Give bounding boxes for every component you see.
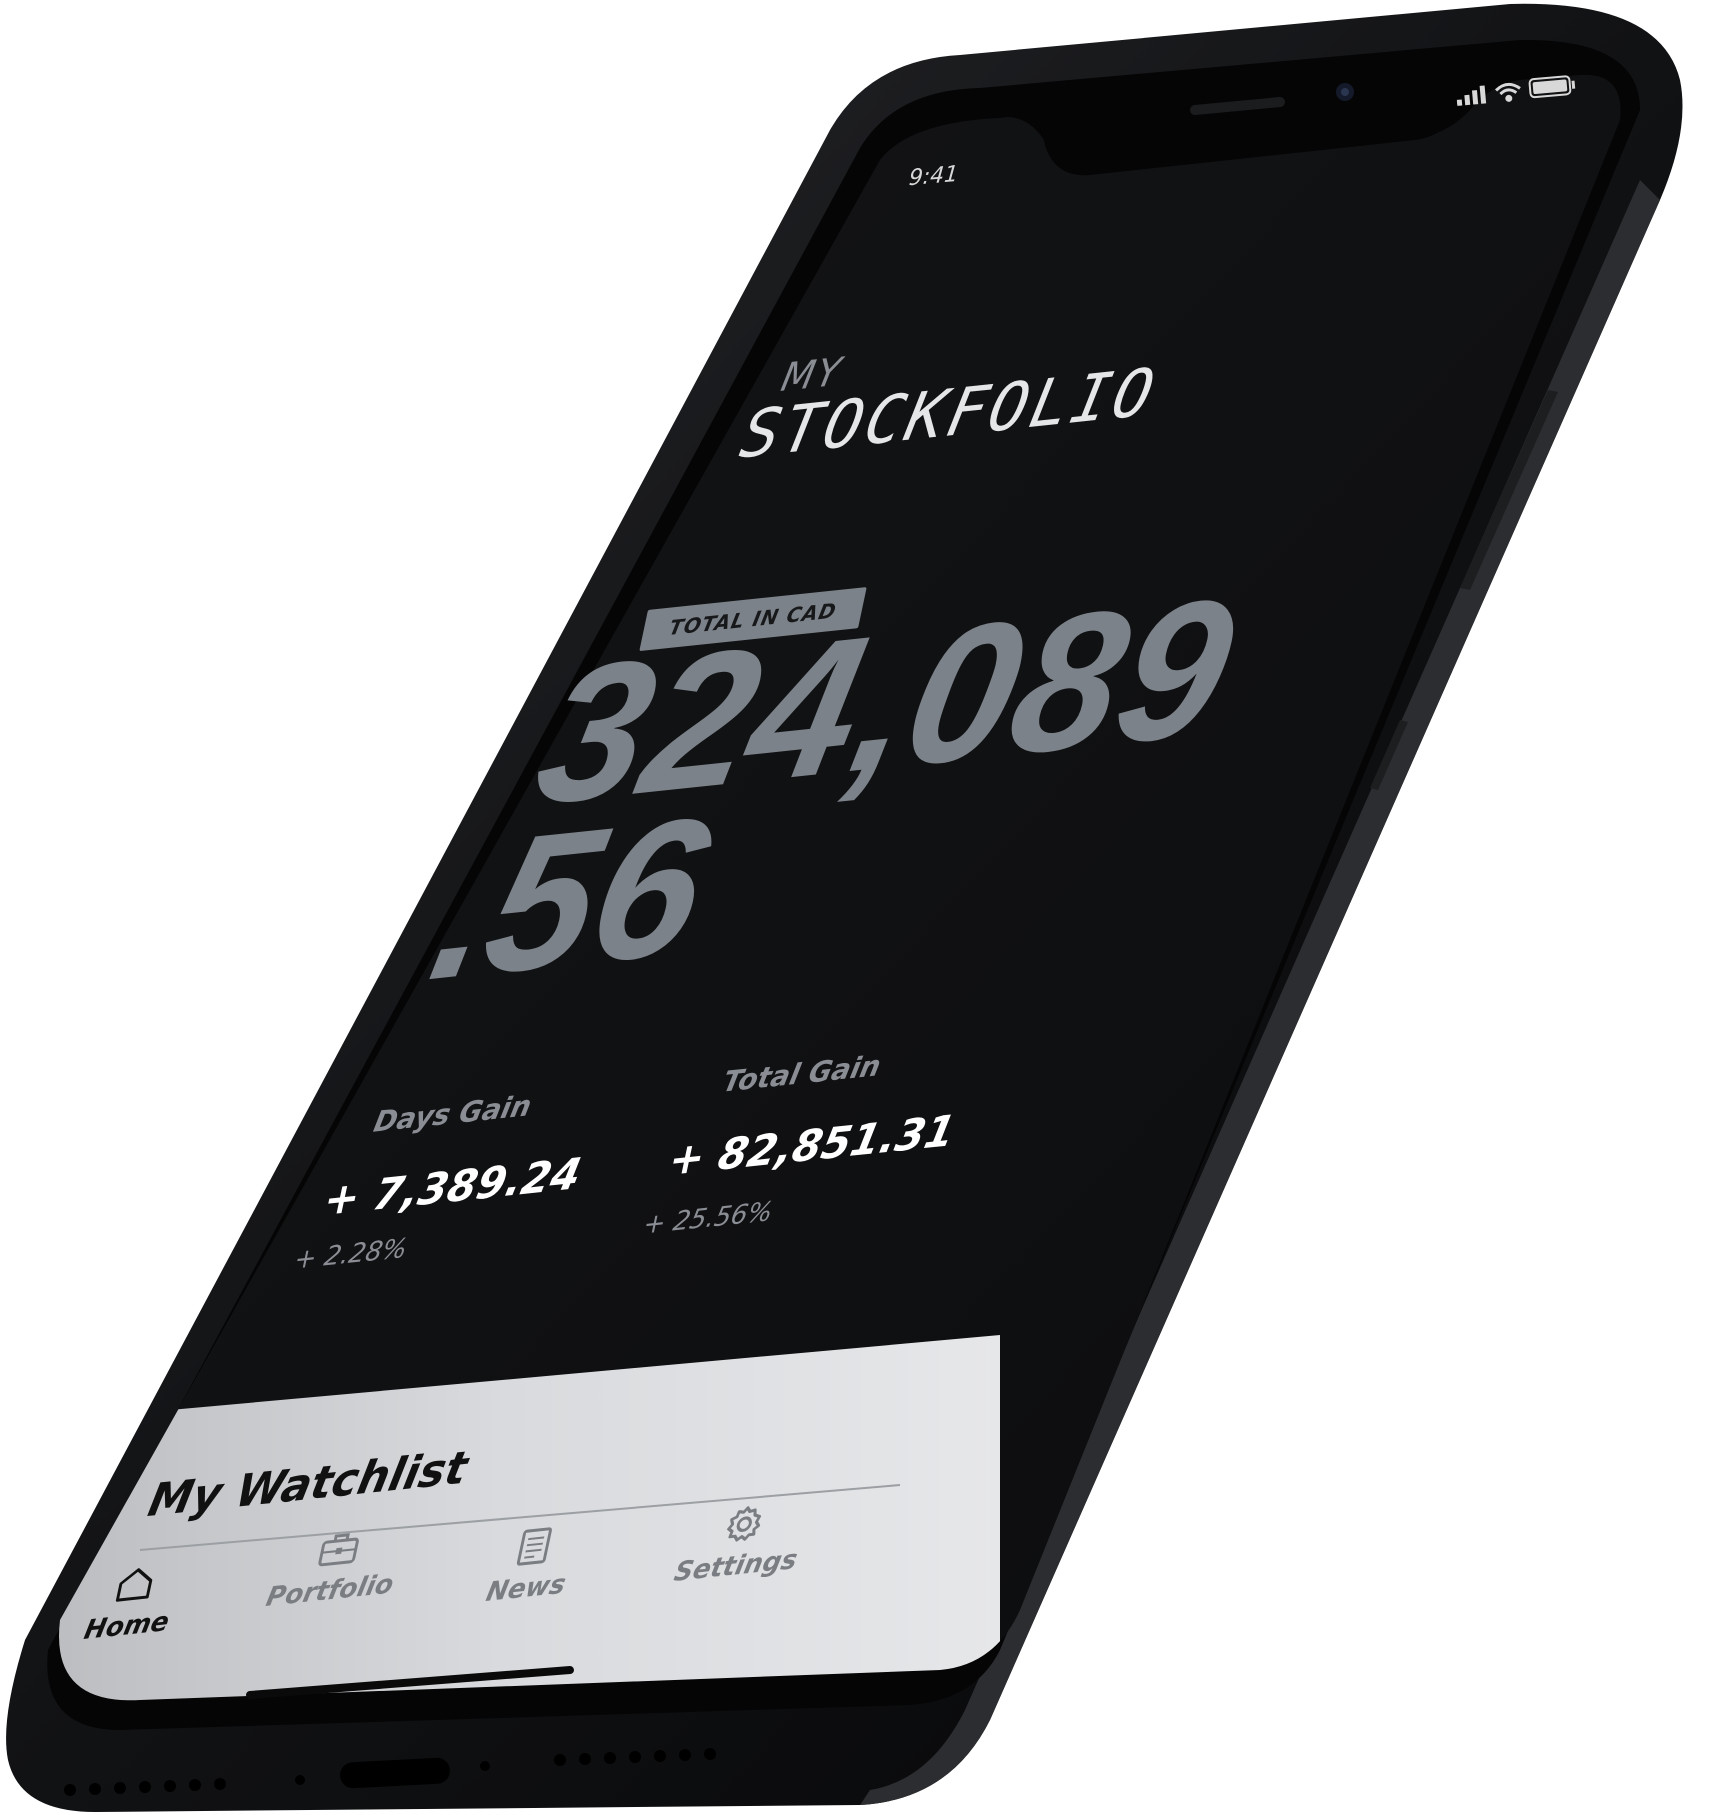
wifi-icon [1495, 82, 1521, 102]
phone-device: 9:41 MY STOCKFOLIO TOTAL IN CAD 324,089 … [0, 0, 1710, 1815]
watchlist-title: My Watchlist [143, 1441, 473, 1528]
tab-home-label: Home [81, 1606, 172, 1647]
tab-settings-label: Settings [671, 1544, 801, 1589]
tab-settings[interactable]: Settings [671, 1497, 810, 1588]
total-gain-label: Total Gain [719, 1048, 884, 1099]
portfolio-total-cents: .56 [416, 776, 726, 1022]
days-gain-percent: + 2.28% [291, 1233, 411, 1276]
days-gain-value: + 7,389.24 [319, 1148, 586, 1226]
days-gain-label: Days Gain [370, 1088, 535, 1139]
total-gain-percent: + 25.56% [640, 1196, 776, 1241]
total-gain-value: + 82,851.31 [664, 1105, 960, 1186]
gear-icon [727, 1506, 762, 1542]
app-screen: 9:41 MY STOCKFOLIO TOTAL IN CAD 324,089 … [0, 0, 1710, 1815]
home-icon [116, 1568, 153, 1602]
cellular-signal-icon [1456, 85, 1487, 106]
briefcase-icon [317, 1533, 359, 1567]
status-time: 9:41 [907, 161, 960, 192]
tab-home[interactable]: Home [81, 1559, 182, 1646]
tab-portfolio-label: Portfolio [263, 1569, 397, 1614]
tab-news-label: News [483, 1569, 569, 1609]
battery-icon [1528, 75, 1576, 99]
tab-portfolio[interactable]: Portfolio [263, 1522, 406, 1613]
newspaper-icon [517, 1527, 553, 1566]
status-icons [1455, 69, 1587, 114]
app-stage: 9:41 MY STOCKFOLIO TOTAL IN CAD 324,089 … [0, 0, 1710, 1815]
tab-news[interactable]: News [483, 1522, 578, 1608]
